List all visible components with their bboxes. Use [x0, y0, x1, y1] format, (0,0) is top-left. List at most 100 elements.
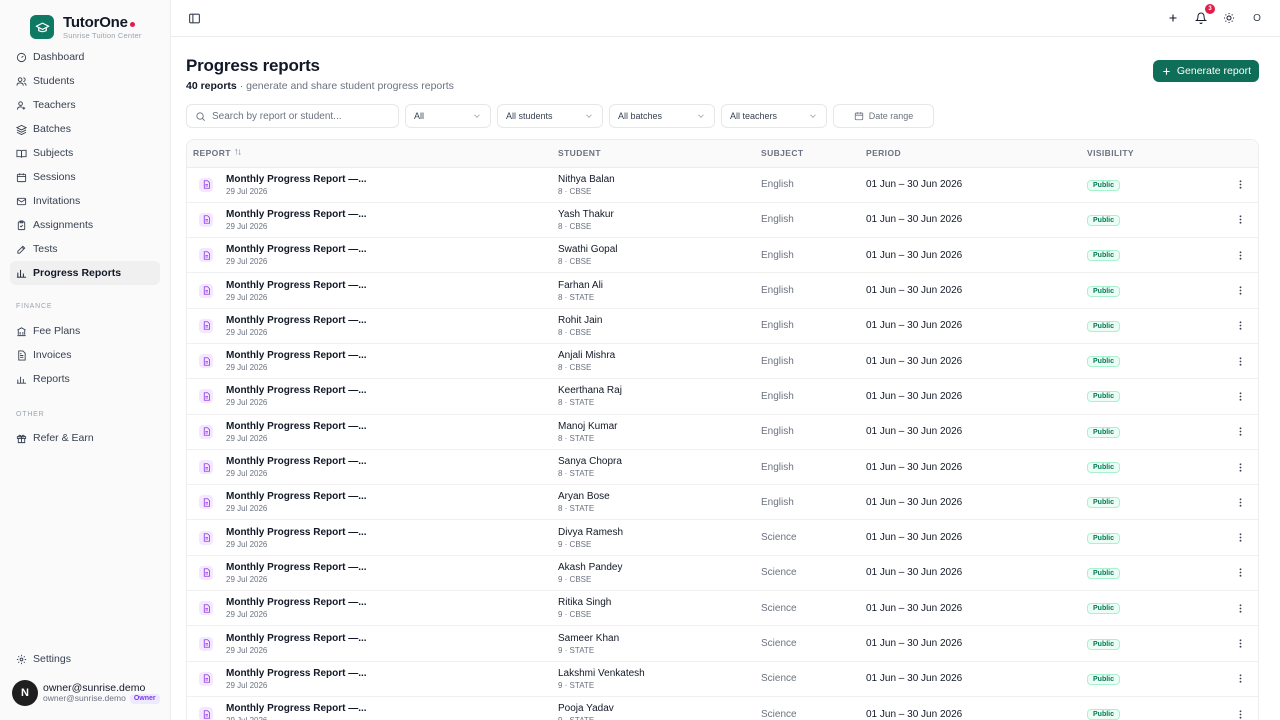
sidebar-item-tests[interactable]: Tests	[10, 237, 160, 261]
sidebar-item-sessions[interactable]: Sessions	[10, 165, 160, 189]
report-title[interactable]: Monthly Progress Report —...	[226, 562, 367, 573]
period-cell: 01 Jun – 30 Jun 2026	[860, 484, 1081, 521]
more-vertical-icon[interactable]	[1227, 179, 1253, 190]
document-icon	[199, 424, 213, 439]
more-vertical-icon[interactable]	[1227, 567, 1253, 578]
date-range-picker[interactable]: Date range	[833, 104, 934, 128]
fee-plans-icon	[17, 326, 26, 336]
document-icon	[199, 671, 213, 686]
report-title[interactable]: Monthly Progress Report —...	[226, 315, 367, 326]
report-title[interactable]: Monthly Progress Report —...	[226, 280, 367, 291]
report-title[interactable]: Monthly Progress Report —...	[226, 456, 367, 467]
student-name: Ritika Singh	[558, 597, 612, 609]
sun-icon[interactable]	[1221, 10, 1237, 26]
period-cell: 01 Jun – 30 Jun 2026	[860, 625, 1081, 662]
generate-report-button[interactable]: Generate report	[1152, 60, 1259, 82]
other-group-label: OTHER	[16, 411, 45, 418]
chevron-down-icon	[810, 114, 816, 118]
more-vertical-icon[interactable]	[1227, 391, 1253, 402]
plus-icon[interactable]	[1165, 10, 1181, 26]
status-filter[interactable]: All	[405, 104, 491, 128]
topbar: 3 O	[171, 0, 1280, 37]
profile-button[interactable]: O	[1249, 10, 1265, 26]
report-title[interactable]: Monthly Progress Report —...	[226, 633, 367, 644]
more-vertical-icon[interactable]	[1227, 285, 1253, 296]
table-row[interactable]: Monthly Progress Report —... 29 Jul 2026 A…	[187, 343, 1258, 380]
report-title[interactable]: Monthly Progress Report —...	[226, 244, 367, 255]
student-grade: 8 · STATE	[558, 504, 595, 514]
sidebar-item-fee-plans[interactable]: Fee Plans	[10, 319, 160, 343]
report-title[interactable]: Monthly Progress Report —...	[226, 385, 367, 396]
header-report[interactable]: REPORT	[187, 140, 552, 168]
brand[interactable]: TutorOne Sunrise Tuition Center	[0, 0, 170, 44]
report-title[interactable]: Monthly Progress Report —...	[226, 491, 367, 502]
visibility-badge: Public	[1087, 497, 1121, 509]
table-row[interactable]: Monthly Progress Report —... 29 Jul 2026 S…	[187, 449, 1258, 486]
more-vertical-icon[interactable]	[1227, 426, 1253, 437]
visibility-badge: Public	[1087, 285, 1121, 297]
more-vertical-icon[interactable]	[1227, 497, 1253, 508]
sidebar-item-teachers[interactable]: Teachers	[10, 93, 160, 117]
search-box[interactable]	[186, 104, 399, 128]
sidebar-item-invitations[interactable]: Invitations	[10, 189, 160, 213]
report-title[interactable]: Monthly Progress Report —...	[226, 703, 367, 714]
sidebar-item-refer-earn[interactable]: Refer & Earn	[10, 426, 160, 450]
table-row[interactable]: Monthly Progress Report —... 29 Jul 2026 R…	[187, 590, 1258, 627]
user-menu[interactable]: N owner@sunrise.demo owner@sunrise.demo O…	[10, 680, 160, 720]
document-icon	[199, 601, 213, 616]
more-vertical-icon[interactable]	[1227, 320, 1253, 331]
more-vertical-icon[interactable]	[1227, 603, 1253, 614]
sidebar-item-progress-reports[interactable]: Progress Reports	[10, 261, 160, 285]
report-title[interactable]: Monthly Progress Report —...	[226, 421, 367, 432]
table-row[interactable]: Monthly Progress Report —... 29 Jul 2026 L…	[187, 661, 1258, 697]
student-name: Lakshmi Venkatesh	[558, 667, 645, 679]
more-vertical-icon[interactable]	[1227, 462, 1253, 473]
batches-filter[interactable]: All batches	[609, 104, 715, 128]
table-row[interactable]: Monthly Progress Report —... 29 Jul 2026 M…	[187, 414, 1258, 450]
student-name: Nithya Balan	[558, 173, 615, 185]
report-title[interactable]: Monthly Progress Report —...	[226, 597, 367, 608]
sidebar-item-students[interactable]: Students	[10, 69, 160, 93]
students-filter[interactable]: All students	[497, 104, 603, 128]
more-vertical-icon[interactable]	[1227, 638, 1253, 649]
sidebar-item-batches[interactable]: Batches	[10, 117, 160, 141]
teachers-filter[interactable]: All teachers	[721, 104, 827, 128]
sidebar-item-assignments[interactable]: Assignments	[10, 213, 160, 237]
more-vertical-icon[interactable]	[1227, 532, 1253, 543]
report-title[interactable]: Monthly Progress Report —...	[226, 209, 367, 220]
report-title[interactable]: Monthly Progress Report —...	[226, 668, 367, 679]
report-title[interactable]: Monthly Progress Report —...	[226, 174, 367, 185]
table-row[interactable]: Monthly Progress Report —... 29 Jul 2026 S…	[187, 625, 1258, 662]
bell-icon[interactable]: 3	[1193, 4, 1215, 26]
table-row[interactable]: Monthly Progress Report —... 29 Jul 2026 F…	[187, 272, 1258, 309]
report-date: 29 Jul 2026	[226, 257, 268, 267]
sidebar-item-dashboard[interactable]: Dashboard	[10, 45, 160, 69]
more-vertical-icon[interactable]	[1227, 709, 1253, 720]
report-title[interactable]: Monthly Progress Report —...	[226, 527, 367, 538]
table-row[interactable]: Monthly Progress Report —... 29 Jul 2026 A…	[187, 555, 1258, 592]
sidebar-toggle-icon[interactable]	[186, 10, 202, 26]
document-icon	[199, 389, 213, 404]
sidebar-item-settings[interactable]: Settings	[10, 647, 160, 671]
table-row[interactable]: Monthly Progress Report —... 29 Jul 2026 K…	[187, 378, 1258, 415]
sidebar-item-subjects[interactable]: Subjects	[10, 141, 160, 165]
table-row[interactable]: Monthly Progress Report —... 29 Jul 2026 R…	[187, 308, 1258, 344]
sidebar-item-invoices[interactable]: Invoices	[10, 343, 160, 367]
more-vertical-icon[interactable]	[1227, 673, 1253, 684]
table-row[interactable]: Monthly Progress Report —... 29 Jul 2026 P…	[187, 696, 1258, 720]
more-vertical-icon[interactable]	[1227, 356, 1253, 367]
table-row[interactable]: Monthly Progress Report —... 29 Jul 2026 A…	[187, 484, 1258, 521]
search-input[interactable]	[212, 110, 382, 122]
report-title[interactable]: Monthly Progress Report —...	[226, 350, 367, 361]
table-row[interactable]: Monthly Progress Report —... 29 Jul 2026 N…	[187, 167, 1258, 203]
sidebar-item-reports[interactable]: Reports	[10, 367, 160, 391]
search-icon	[196, 111, 205, 121]
table-row[interactable]: Monthly Progress Report —... 29 Jul 2026 Y…	[187, 202, 1258, 239]
student-grade: 8 · CBSE	[558, 221, 592, 231]
more-vertical-icon[interactable]	[1227, 214, 1253, 225]
more-vertical-icon[interactable]	[1227, 250, 1253, 261]
table-row[interactable]: Monthly Progress Report —... 29 Jul 2026 S…	[187, 237, 1258, 274]
visibility-badge: Public	[1087, 426, 1121, 438]
table-row[interactable]: Monthly Progress Report —... 29 Jul 2026 D…	[187, 519, 1258, 556]
period-cell: 01 Jun – 30 Jun 2026	[860, 449, 1081, 486]
